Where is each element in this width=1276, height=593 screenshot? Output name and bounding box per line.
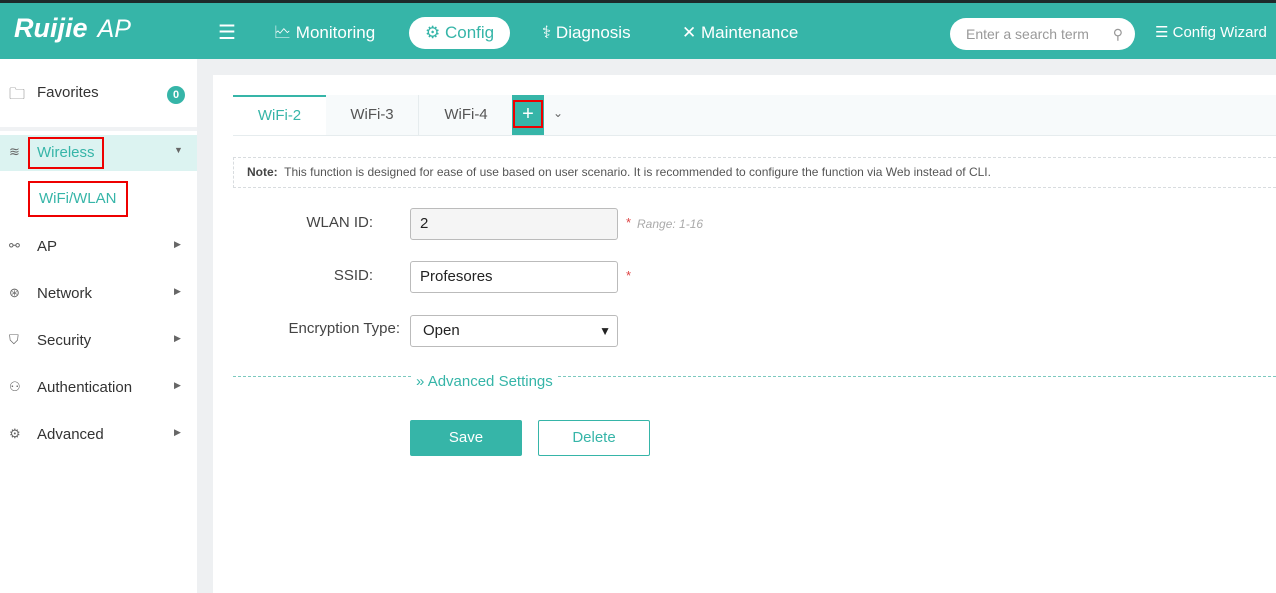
logo: Ruijie AP (14, 13, 131, 44)
sidebar-item-advanced[interactable]: ⚙ Advanced ▶ (0, 417, 197, 453)
caret-down-icon: ▼ (174, 145, 183, 155)
sidebar: 🗀 Favorites 0 ≋ Wireless ▼ WiFi/WLAN ⚯ AP ▶ … (0, 59, 197, 593)
double-chevron-right-icon: » (416, 373, 428, 390)
note-banner: Note: This function is designed for ease… (233, 157, 1276, 188)
logo-text: Ruijie (14, 13, 88, 43)
nav-label: Diagnosis (555, 23, 631, 42)
wlan-id-range-hint: Range: 1-16 (637, 217, 704, 231)
sidebar-item-ap[interactable]: ⚯ AP ▶ (0, 229, 197, 265)
search-input[interactable]: Enter a search term ⚲ (950, 18, 1135, 50)
sidebar-item-label: AP (37, 238, 58, 255)
nav-diagnosis[interactable]: ⚕ Diagnosis (526, 17, 647, 49)
sidebar-item-label: WiFi/WLAN (28, 181, 128, 217)
chevron-down-icon[interactable]: ⌄ (553, 106, 563, 120)
sidebar-item-label: Advanced (37, 426, 104, 443)
add-tab-button[interactable]: + (512, 95, 544, 135)
sidebar-item-label: Authentication (37, 379, 133, 396)
tab-wifi-2[interactable]: WiFi-2 (233, 95, 326, 135)
ssid-label: SSID: (333, 267, 373, 284)
config-wizard-label: Config Wizard (1172, 24, 1267, 41)
ssid-input[interactable]: Profesores (410, 261, 618, 293)
search-icon[interactable]: ⚲ (1113, 18, 1123, 50)
menu-toggle-icon[interactable]: ☰ (218, 20, 236, 45)
sidebar-item-wifi-wlan[interactable]: WiFi/WLAN (0, 181, 197, 217)
stethoscope-icon: ⚕ (542, 23, 556, 42)
sidebar-item-label: Wireless (28, 137, 104, 169)
nav-label: Monitoring (295, 23, 376, 42)
caret-right-icon: ▶ (174, 427, 181, 437)
wlan-id-label: WLAN ID: (306, 214, 373, 231)
nav-monitoring[interactable]: 🗠 Monitoring (258, 17, 391, 49)
required-mark: * (626, 215, 632, 230)
nav-label: Maintenance (700, 23, 799, 42)
top-bar: Ruijie AP ☰ 🗠 Monitoring ⚙ Config ⚕ Diagn… (0, 0, 1276, 59)
caret-right-icon: ▶ (174, 239, 181, 249)
nav-label: Config (444, 23, 495, 42)
save-button[interactable]: Save (410, 420, 522, 456)
folder-star-icon: 🗀 (9, 86, 26, 103)
wifi-icon: ≋ (9, 144, 20, 159)
note-text: This function is designed for ease of us… (284, 165, 991, 179)
divider (233, 376, 1276, 377)
user-icon: ⚇ (9, 379, 21, 394)
sidebar-item-wireless[interactable]: ≋ Wireless ▼ (0, 135, 197, 171)
tab-wifi-3[interactable]: WiFi-3 (326, 95, 419, 135)
monitor-icon: 🗠 (274, 23, 296, 42)
ap-icon: ⚯ (9, 238, 20, 253)
favorites-count: 0 (167, 86, 185, 104)
note-prefix: Note: (247, 165, 278, 179)
sliders-icon: ☰ (1155, 24, 1173, 41)
wlan-id-input[interactable]: 2 (410, 208, 618, 240)
wifi-tabs: WiFi-2 WiFi-3 WiFi-4 + ⌄ (233, 95, 1276, 136)
network-icon: ⊛ (9, 285, 20, 300)
tab-wifi-4[interactable]: WiFi-4 (420, 95, 512, 135)
encryption-type-value: Open (423, 322, 460, 339)
sidebar-item-authentication[interactable]: ⚇ Authentication ▶ (0, 370, 197, 406)
sidebar-item-label: Security (37, 332, 92, 349)
nav-config[interactable]: ⚙ Config (409, 17, 511, 49)
gear-icon: ⚙ (425, 23, 445, 42)
sidebar-item-label: Network (37, 285, 93, 302)
search-placeholder: Enter a search term (966, 26, 1089, 42)
encryption-type-label: Encryption Type: (288, 320, 400, 337)
caret-right-icon: ▶ (174, 286, 181, 296)
caret-right-icon: ▶ (174, 333, 181, 343)
gear-icon: ⚙ (9, 426, 21, 441)
encryption-type-select[interactable]: Open ▼ (410, 315, 618, 347)
sidebar-item-network[interactable]: ⊛ Network ▶ (0, 276, 197, 312)
required-mark: * (626, 268, 632, 283)
caret-right-icon: ▶ (174, 380, 181, 390)
favorites[interactable]: 🗀 Favorites 0 (0, 59, 197, 131)
plus-icon: + (513, 100, 543, 128)
advanced-settings-toggle[interactable]: » Advanced Settings (413, 373, 556, 390)
content-panel: WiFi-2 WiFi-3 WiFi-4 + ⌄ Note: This func… (213, 75, 1276, 593)
advanced-settings-label: Advanced Settings (427, 373, 553, 390)
nav-maintenance[interactable]: ✕ Maintenance (666, 17, 814, 49)
chevron-down-icon: ▼ (599, 324, 611, 338)
delete-button[interactable]: Delete (538, 420, 650, 456)
tools-icon: ✕ (682, 23, 701, 42)
config-wizard-button[interactable]: ☰ Config Wizard (1155, 23, 1267, 41)
product-label: AP (97, 15, 131, 43)
sidebar-item-security[interactable]: ⛉ Security ▶ (0, 323, 197, 359)
favorites-label: Favorites (37, 84, 99, 101)
shield-icon: ⛉ (9, 332, 19, 347)
